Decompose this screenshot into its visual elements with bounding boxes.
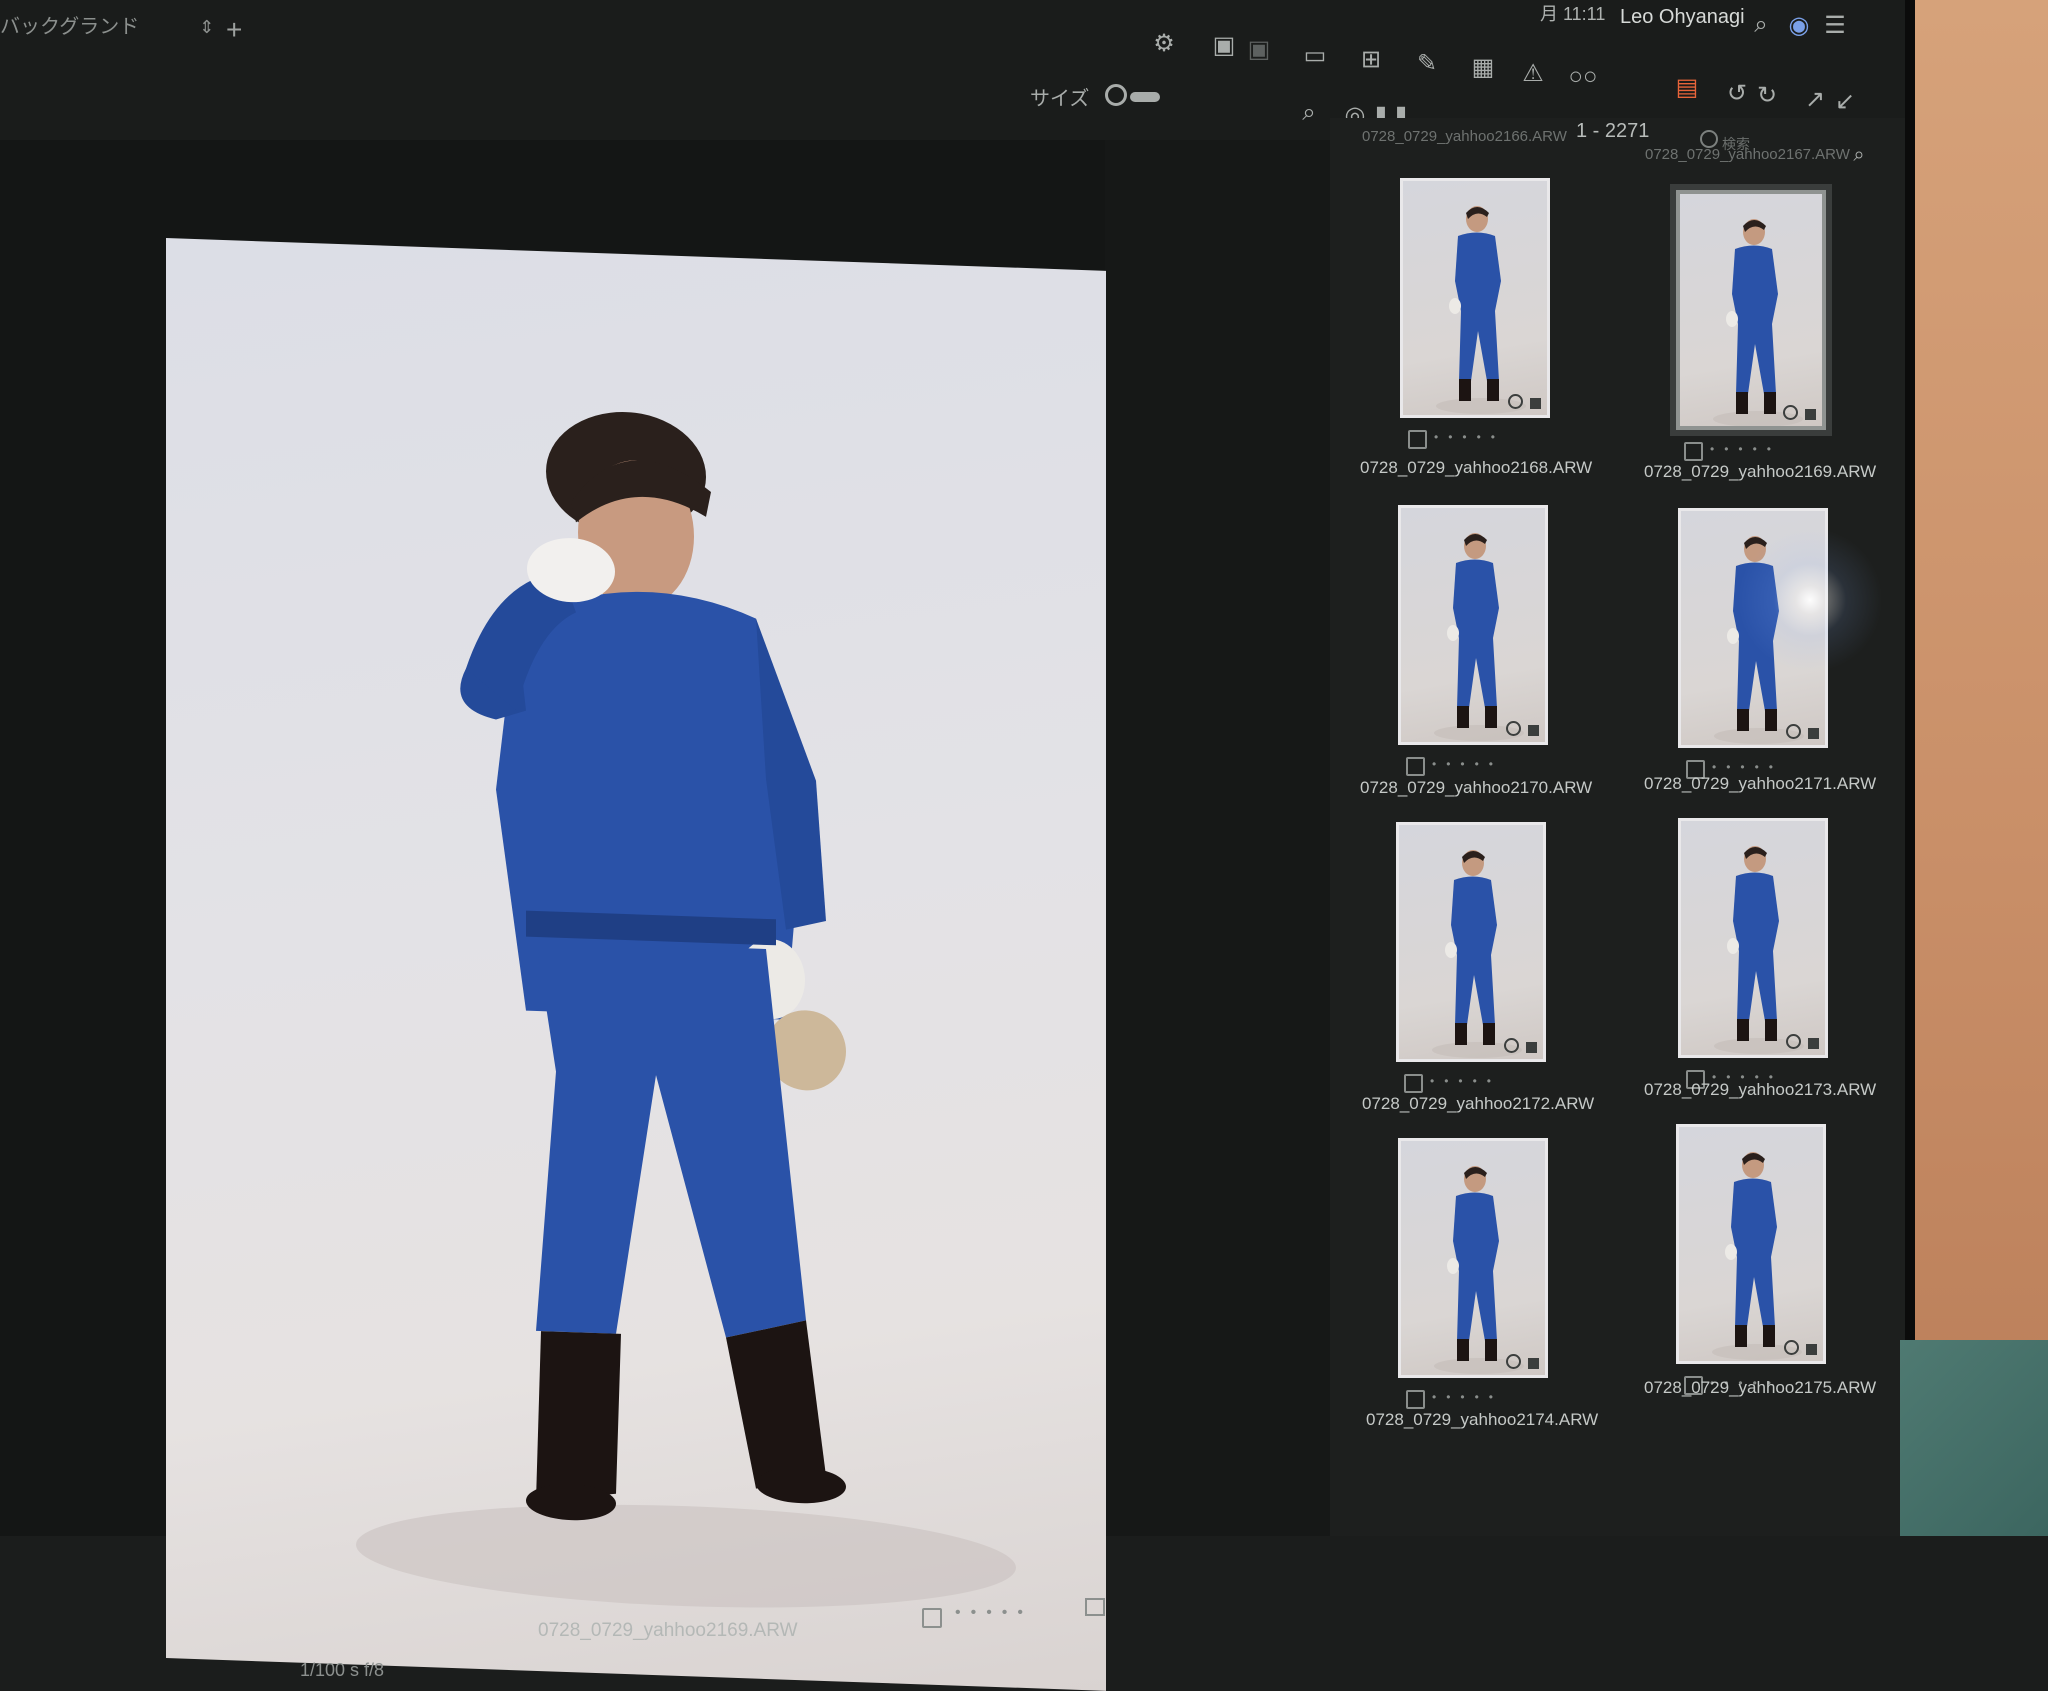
viewer-filename: 0728_0729_yahhoo2169.ARW: [538, 1620, 798, 1641]
background-wall: [1915, 0, 2048, 1536]
rotate-right-icon[interactable]: ↻: [1748, 80, 1786, 110]
metadata-badge-icon: [1806, 1344, 1817, 1355]
settings-badge-icon: [1784, 1340, 1799, 1355]
thumbnail-image: [1714, 846, 1804, 1054]
thumbnail[interactable]: [1398, 505, 1548, 745]
add-icon[interactable]: +: [226, 14, 242, 46]
thumbnail-checkbox[interactable]: [1408, 430, 1427, 449]
settings-badge-icon: [1504, 1038, 1519, 1053]
thumbnail-image: [1432, 850, 1522, 1058]
size-label: サイズ: [1030, 88, 1090, 110]
settings-badge-icon: [1506, 1354, 1521, 1369]
metadata-badge-icon: [1805, 409, 1816, 420]
thumbnail-image: [1713, 219, 1803, 426]
thumbnail[interactable]: [1678, 508, 1828, 748]
thumbnail-filename: 0728_0729_yahhoo2173.ARW: [1644, 1080, 1877, 1099]
thumbnail-image: [1434, 533, 1524, 741]
metadata-badge-icon: [1808, 1038, 1819, 1049]
settings-badge-icon: [1783, 405, 1798, 420]
thumbnail[interactable]: [1676, 190, 1826, 430]
thumbnail[interactable]: [1396, 822, 1546, 1062]
import-icon[interactable]: ▣: [1205, 30, 1243, 60]
grid-icon[interactable]: ▦: [1464, 52, 1502, 82]
thumbnail-filename: 0728_0729_yahhoo2168.ARW: [1360, 458, 1593, 477]
cut-thumb-name: 0728_0729_yahhoo2167.ARW: [1645, 146, 1850, 163]
thumbnail-filename: 0728_0729_yahhoo2174.ARW: [1366, 1410, 1599, 1429]
viewer-exif: 1/100 s f/8: [300, 1660, 385, 1680]
thumbnail-rating-dots[interactable]: •••••: [1434, 430, 1505, 444]
chevron-updown-icon: ⇕: [199, 17, 215, 37]
thumbnail[interactable]: [1400, 178, 1550, 418]
thumbnail-image: [1712, 1152, 1802, 1360]
control-center-icon[interactable]: ☰: [1816, 10, 1854, 40]
metadata-badge-icon: [1528, 725, 1539, 736]
thumbnail[interactable]: [1398, 1138, 1548, 1378]
image-viewer: 0728_0729_yahhoo2169.ARW 1/100 s f/8 •••…: [0, 140, 1106, 1691]
thumbnail-filename: 0728_0729_yahhoo2175.ARW: [1644, 1378, 1877, 1397]
thumbnail-rating-dots[interactable]: •••••: [1710, 442, 1781, 456]
metadata-badge-icon: [1808, 728, 1819, 739]
viewer-rating-dots[interactable]: •••••: [955, 1604, 1033, 1622]
photo-app-window: バックグランド ⇕ + 月 11:11 Leo Ohyanagi ⌕ ◉ ☰ ⚙ …: [0, 0, 1915, 1691]
thumbnail-checkbox[interactable]: [1406, 1390, 1425, 1409]
thumbnail-image: [1714, 536, 1804, 744]
settings-badge-icon: [1786, 724, 1801, 739]
siri-icon[interactable]: ◉: [1780, 10, 1818, 40]
collapse-icon[interactable]: ↙: [1826, 86, 1864, 116]
stack-icon[interactable]: ▤: [1668, 72, 1706, 102]
thumbnail-rating-dots[interactable]: •••••: [1712, 760, 1783, 774]
thumbnail-filename: 0728_0729_yahhoo2171.ARW: [1644, 774, 1877, 793]
thumbnail[interactable]: [1678, 818, 1828, 1058]
settings-badge-icon: [1506, 721, 1521, 736]
metadata-badge-icon: [1528, 1358, 1539, 1369]
user-name[interactable]: Leo Ohyanagi: [1620, 6, 1745, 29]
thumbnail-rating-dots[interactable]: •••••: [1432, 1390, 1503, 1404]
battery-view-icon[interactable]: ▭: [1296, 40, 1334, 70]
background-select[interactable]: バックグランド ⇕: [0, 10, 214, 39]
thumbnail-rating-dots[interactable]: •••••: [1430, 1074, 1501, 1088]
thumbnail-filename: 0728_0729_yahhoo2169.ARW: [1644, 462, 1877, 481]
layout-icon[interactable]: ⊞: [1352, 44, 1390, 74]
clock: 月 11:11: [1540, 4, 1606, 24]
metadata-badge-icon: [1526, 1042, 1537, 1053]
thumbnail-filename: 0728_0729_yahhoo2172.ARW: [1362, 1094, 1595, 1113]
main-photo-image: [356, 412, 1016, 1608]
viewer-select-checkbox[interactable]: [922, 1608, 942, 1628]
metadata-badge-icon: [1530, 398, 1541, 409]
thumbnail-checkbox[interactable]: [1406, 757, 1425, 776]
thumbnail-rating-dots[interactable]: •••••: [1432, 757, 1503, 771]
thumbnail[interactable]: [1676, 1124, 1826, 1364]
image-count: 1 - 2271: [1576, 120, 1650, 142]
thumbnail-filename: 0728_0729_yahhoo2170.ARW: [1360, 778, 1593, 797]
thumbnail-image: [1434, 1166, 1524, 1374]
export-icon[interactable]: ▣: [1240, 34, 1278, 64]
settings-badge-icon: [1786, 1034, 1801, 1049]
zoom-icon[interactable]: [1105, 84, 1127, 106]
main-photo[interactable]: [166, 238, 1106, 1691]
spotlight-search-icon[interactable]: ⌕: [1742, 10, 1780, 40]
edit-icon[interactable]: ✎: [1408, 48, 1446, 78]
glasses-icon[interactable]: ○○: [1564, 62, 1602, 92]
thumbnail-image: [1436, 206, 1526, 414]
viewer-info-icon[interactable]: [1085, 1598, 1105, 1616]
cut-thumb-name: 0728_0729_yahhoo2166.ARW: [1362, 128, 1567, 145]
background-select-label: バックグランド: [0, 16, 140, 38]
size-slider[interactable]: [1130, 92, 1160, 102]
desk-mat: [1900, 1340, 2048, 1536]
warning-icon[interactable]: ⚠: [1514, 58, 1552, 88]
zoom-browser-icon[interactable]: ⌕: [1290, 98, 1328, 128]
settings-badge-icon: [1508, 394, 1523, 409]
thumbnail-checkbox[interactable]: [1684, 442, 1703, 461]
gear-icon[interactable]: ⚙: [1145, 28, 1183, 58]
thumbnail-checkbox[interactable]: [1404, 1074, 1423, 1093]
